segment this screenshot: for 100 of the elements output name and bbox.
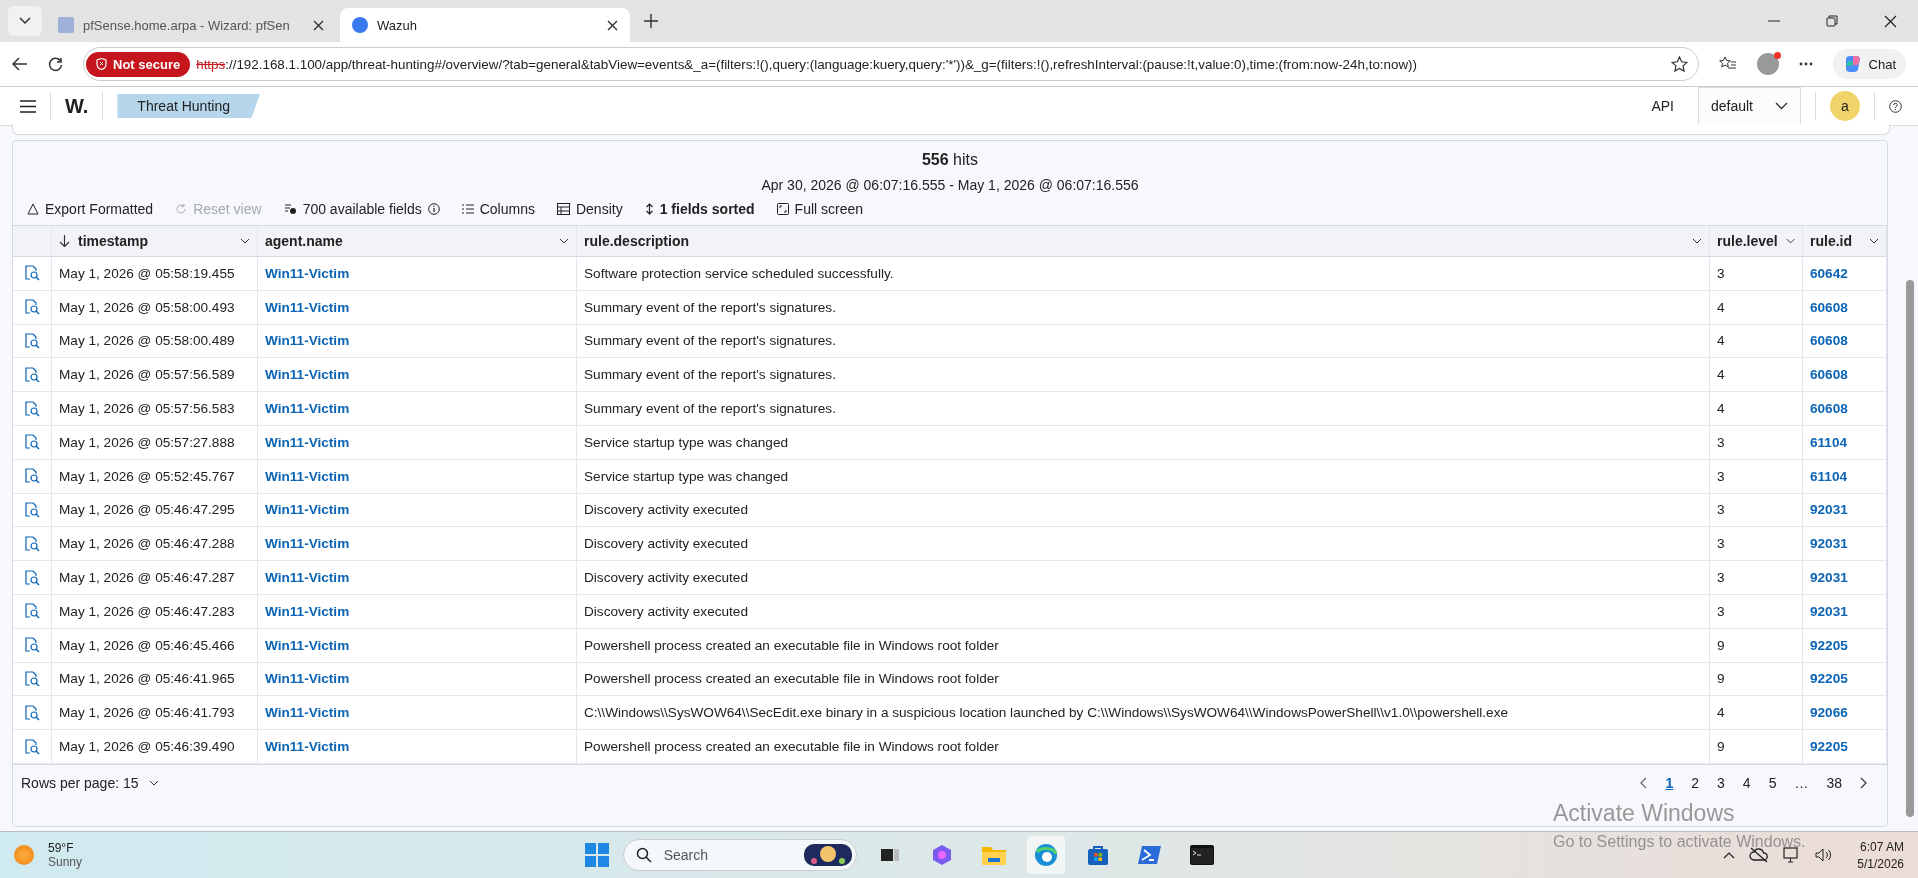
- table-link[interactable]: 61104: [1810, 468, 1848, 484]
- table-link[interactable]: Win11-Victim: [265, 502, 350, 518]
- scrollbar-thumb[interactable]: [1906, 280, 1914, 817]
- inspect-document-icon[interactable]: [24, 603, 40, 620]
- inspect-document-icon[interactable]: [24, 704, 40, 721]
- table-link[interactable]: Win11-Victim: [265, 739, 350, 755]
- inspect-document-icon[interactable]: [24, 265, 40, 282]
- column-header[interactable]: rule.id: [1803, 226, 1887, 257]
- chevron-down-icon[interactable]: [240, 238, 250, 244]
- inspect-document-icon[interactable]: [24, 569, 40, 586]
- table-link[interactable]: Win11-Victim: [265, 333, 350, 349]
- new-tab-icon[interactable]: [644, 14, 658, 28]
- toolbar-button[interactable]: 1 fields sorted: [644, 201, 755, 217]
- browser-tab[interactable]: pfSense.home.arpa - Wizard: pfSen: [46, 8, 336, 42]
- table-link[interactable]: 92031: [1810, 536, 1848, 552]
- restore-icon[interactable]: [1826, 15, 1838, 27]
- table-link[interactable]: 60608: [1810, 401, 1848, 417]
- wazuh-logo[interactable]: W.: [65, 94, 89, 118]
- table-link[interactable]: 60608: [1810, 333, 1848, 349]
- chevron-down-icon[interactable]: [1869, 238, 1879, 244]
- table-link[interactable]: Win11-Victim: [265, 536, 350, 552]
- table-link[interactable]: 92205: [1810, 739, 1848, 755]
- taskbar-search-field[interactable]: Search: [622, 839, 857, 871]
- toolbar-button[interactable]: Density: [556, 201, 623, 217]
- rows-per-page-select[interactable]: Rows per page: 15: [21, 774, 159, 791]
- chat-button[interactable]: Chat: [1832, 49, 1906, 79]
- breadcrumb-tab[interactable]: Threat Hunting: [117, 94, 260, 118]
- page-link[interactable]: 4: [1742, 774, 1751, 791]
- page-link[interactable]: 3: [1717, 774, 1725, 791]
- chevron-down-icon[interactable]: [1692, 238, 1702, 244]
- inspect-document-icon[interactable]: [24, 637, 40, 654]
- inspect-document-icon[interactable]: [24, 400, 40, 417]
- speaker-icon[interactable]: [1815, 848, 1834, 862]
- next-page-icon[interactable]: [1860, 776, 1867, 789]
- menu-icon[interactable]: [20, 99, 36, 113]
- start-icon[interactable]: [584, 843, 609, 867]
- chevron-down-icon[interactable]: [559, 238, 569, 244]
- inspect-document-icon[interactable]: [24, 366, 40, 383]
- inspect-document-icon[interactable]: [24, 333, 40, 349]
- close-icon[interactable]: [1884, 14, 1897, 28]
- table-link[interactable]: 92205: [1810, 637, 1848, 653]
- user-avatar[interactable]: a: [1830, 91, 1860, 121]
- back-icon[interactable]: [12, 57, 28, 71]
- column-header[interactable]: agent.name: [258, 226, 577, 257]
- table-link[interactable]: Win11-Victim: [265, 603, 350, 619]
- table-link[interactable]: 60608: [1810, 299, 1848, 315]
- search-highlight-icon[interactable]: [803, 842, 852, 868]
- table-link[interactable]: Win11-Victim: [265, 705, 350, 721]
- help-icon[interactable]: [1889, 99, 1902, 113]
- table-link[interactable]: Win11-Victim: [265, 637, 350, 653]
- previous-page-icon[interactable]: [1640, 776, 1648, 789]
- inspect-document-icon[interactable]: [24, 535, 40, 552]
- profile-avatar-icon[interactable]: [1756, 53, 1779, 75]
- page-link[interactable]: 1: [1665, 774, 1674, 791]
- toolbar-button[interactable]: Columns: [461, 201, 535, 217]
- page-link[interactable]: …: [1794, 774, 1809, 791]
- table-link[interactable]: Win11-Victim: [265, 434, 350, 450]
- inspect-document-icon[interactable]: [24, 468, 40, 485]
- toolbar-button[interactable]: 700 available fields: [283, 201, 440, 217]
- page-link[interactable]: 38: [1826, 774, 1842, 791]
- column-header[interactable]: timestamp: [52, 226, 258, 257]
- favorites-list-icon[interactable]: [1718, 56, 1737, 72]
- inspect-document-icon[interactable]: [24, 299, 40, 316]
- inspect-document-icon[interactable]: [24, 501, 40, 518]
- table-link[interactable]: 92205: [1810, 671, 1848, 687]
- inspect-document-icon[interactable]: [24, 670, 40, 687]
- table-link[interactable]: Win11-Victim: [265, 265, 350, 281]
- table-link[interactable]: Win11-Victim: [265, 299, 350, 315]
- chevron-down-icon[interactable]: [1785, 238, 1795, 244]
- page-link[interactable]: 2: [1691, 774, 1700, 791]
- table-link[interactable]: 92066: [1810, 705, 1848, 721]
- table-link[interactable]: 92031: [1810, 603, 1848, 619]
- table-link[interactable]: 92031: [1810, 570, 1848, 586]
- table-link[interactable]: Win11-Victim: [265, 671, 350, 687]
- toolbar-button[interactable]: Export Formatted: [27, 201, 154, 217]
- table-link[interactable]: Win11-Victim: [265, 367, 350, 383]
- close-icon[interactable]: [313, 19, 324, 31]
- table-link[interactable]: 60608: [1810, 367, 1848, 383]
- browser-icon[interactable]: [1026, 836, 1065, 874]
- browser-tab[interactable]: Wazuh: [340, 8, 630, 42]
- column-header[interactable]: rule.description: [577, 226, 1710, 257]
- not-secure-badge[interactable]: Not secure: [86, 51, 191, 77]
- tab-actions-button[interactable]: [8, 6, 42, 36]
- table-link[interactable]: Win11-Victim: [265, 468, 350, 484]
- table-link[interactable]: Win11-Victim: [265, 401, 350, 417]
- reload-icon[interactable]: [48, 56, 63, 72]
- favorite-star-icon[interactable]: [1670, 55, 1688, 73]
- page-link[interactable]: 5: [1768, 774, 1777, 791]
- show-hidden-icons-icon[interactable]: [1723, 851, 1736, 859]
- close-icon[interactable]: [607, 19, 618, 31]
- inspect-document-icon[interactable]: [24, 434, 40, 451]
- api-select[interactable]: default: [1697, 87, 1801, 125]
- more-icon[interactable]: [1798, 62, 1813, 66]
- inspect-document-icon[interactable]: [24, 738, 40, 755]
- table-link[interactable]: 92031: [1810, 502, 1848, 518]
- column-header[interactable]: rule.level: [1710, 226, 1803, 257]
- table-link[interactable]: Win11-Victim: [265, 570, 350, 586]
- toolbar-button[interactable]: Full screen: [776, 201, 864, 217]
- cloud-offline-icon[interactable]: [1749, 847, 1770, 863]
- table-link[interactable]: 60642: [1810, 265, 1848, 281]
